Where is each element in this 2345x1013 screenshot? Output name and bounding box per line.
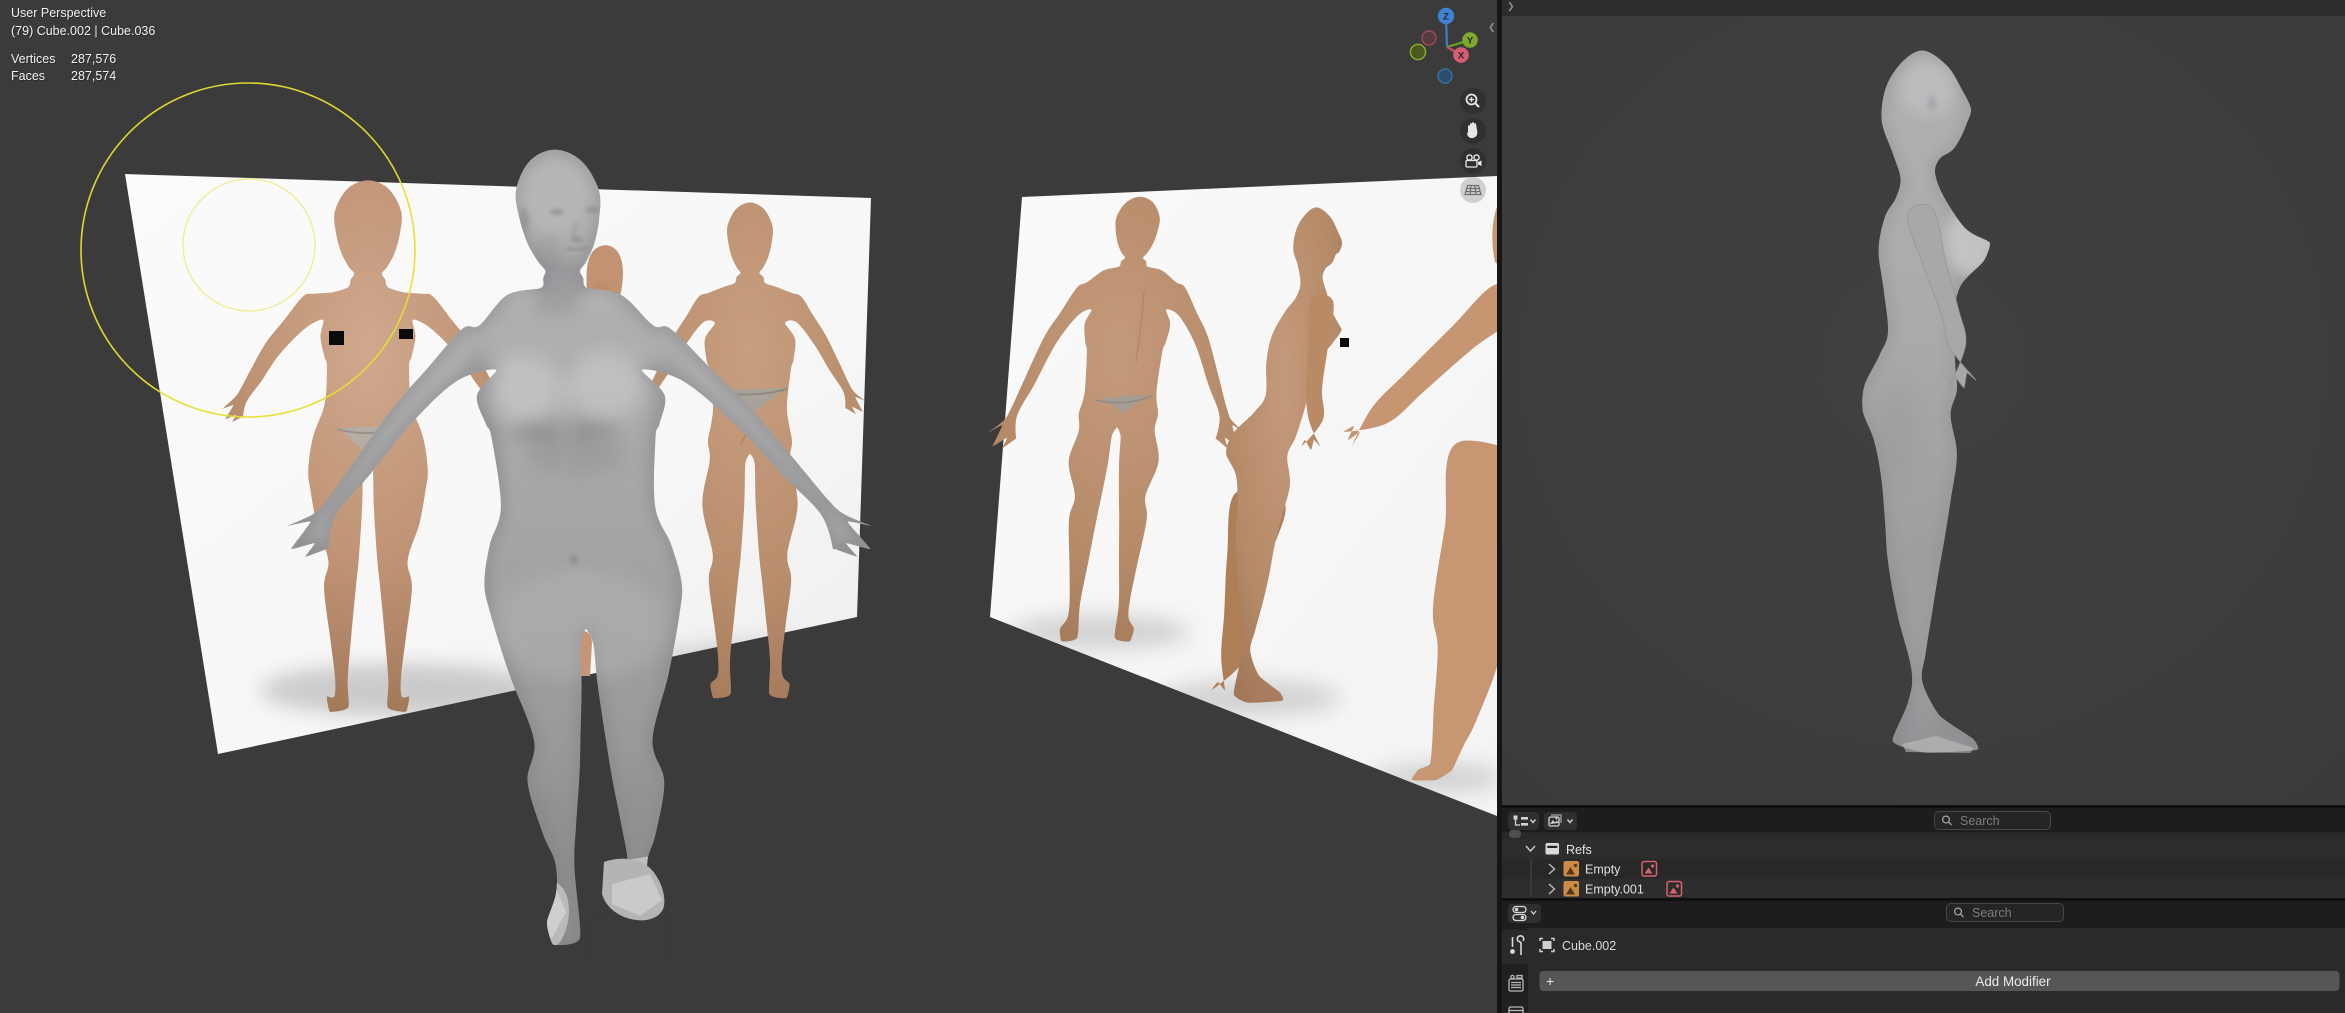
svg-text:Refs: Refs <box>1566 843 1592 857</box>
svg-text:Cube.002: Cube.002 <box>1562 939 1616 953</box>
svg-text:❮: ❮ <box>1488 22 1496 33</box>
svg-text:+: + <box>1546 973 1554 989</box>
svg-text:User Perspective: User Perspective <box>11 6 106 20</box>
svg-text:❯: ❯ <box>1507 1 1515 12</box>
svg-text:287,574: 287,574 <box>71 69 116 83</box>
svg-text:Vertices: Vertices <box>11 52 55 66</box>
svg-text:287,576: 287,576 <box>71 52 116 66</box>
svg-text:Faces: Faces <box>11 69 45 83</box>
svg-text:Empty.001: Empty.001 <box>1585 883 1644 897</box>
svg-text:Search: Search <box>1972 906 2012 920</box>
svg-text:Y: Y <box>1467 36 1474 47</box>
svg-text:Add Modifier: Add Modifier <box>1975 974 2051 989</box>
svg-text:(79) Cube.002 | Cube.036: (79) Cube.002 | Cube.036 <box>11 24 155 38</box>
svg-text:X: X <box>1458 51 1465 62</box>
svg-text:Z: Z <box>1443 12 1449 23</box>
svg-text:Search: Search <box>1960 814 2000 828</box>
svg-text:Empty: Empty <box>1585 863 1621 877</box>
